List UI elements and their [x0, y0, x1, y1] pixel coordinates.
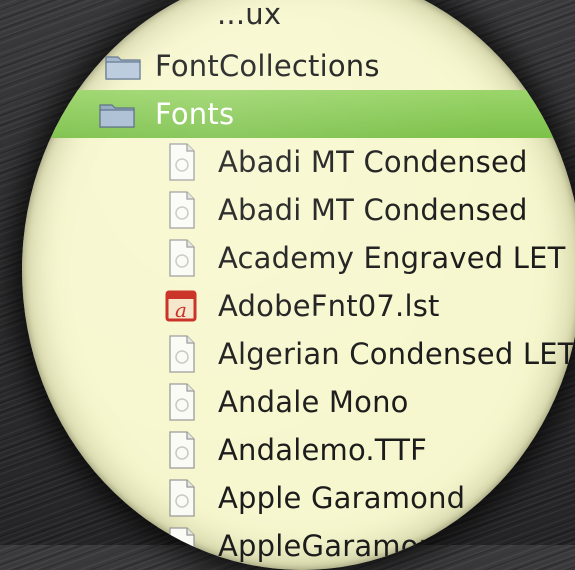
- folder-label: FontCollections: [155, 49, 380, 83]
- file-row[interactable]: a AdobeFnt07.lst: [22, 282, 575, 330]
- file-label: Abadi MT Condensed: [218, 145, 528, 179]
- file-label: Apple Garamond: [218, 481, 466, 515]
- file-label: Algerian Condensed LET: [218, 337, 575, 371]
- file-row[interactable]: Abadi MT Condensed: [22, 138, 575, 186]
- folder-row-fonts-selected[interactable]: Fonts: [22, 90, 575, 138]
- list-item-partial[interactable]: ...ux: [22, 0, 575, 38]
- svg-text:a: a: [175, 298, 187, 322]
- file-row[interactable]: AppleGaramond: [22, 522, 575, 570]
- file-row[interactable]: Academy Engraved LET: [22, 234, 575, 282]
- acrobat-document-icon: a: [165, 290, 197, 322]
- generic-document-icon: [169, 431, 195, 469]
- file-label: Academy Engraved LET: [218, 241, 566, 275]
- generic-document-icon: [169, 143, 195, 181]
- file-row[interactable]: Apple Garamond: [22, 474, 575, 522]
- file-label: AdobeFnt07.lst: [218, 289, 440, 323]
- file-label: Andalemo.TTF: [218, 433, 427, 467]
- folder-label: Fonts: [155, 97, 235, 131]
- generic-document-icon: [169, 527, 195, 565]
- magnifier-lens: ...ux FontCollections Fonts Abadi MT Con…: [22, 0, 575, 570]
- generic-document-icon: [169, 239, 195, 277]
- file-row[interactable]: Andalemo.TTF: [22, 426, 575, 474]
- generic-document-icon: [169, 191, 195, 229]
- file-row[interactable]: Andale Mono: [22, 378, 575, 426]
- generic-document-icon: [169, 335, 195, 373]
- file-label: Andale Mono: [218, 385, 409, 419]
- generic-document-icon: [169, 383, 195, 421]
- file-label: Abadi MT Condensed: [218, 193, 528, 227]
- file-label: AppleGaramond: [218, 529, 456, 563]
- file-row[interactable]: Abadi MT Condensed: [22, 186, 575, 234]
- folder-icon: [105, 56, 141, 80]
- generic-document-icon: [169, 479, 195, 517]
- file-row[interactable]: Algerian Condensed LET: [22, 330, 575, 378]
- list-item-label: ...ux: [217, 0, 282, 31]
- folder-icon: [99, 104, 135, 128]
- folder-row-fontcollections[interactable]: FontCollections: [22, 42, 575, 90]
